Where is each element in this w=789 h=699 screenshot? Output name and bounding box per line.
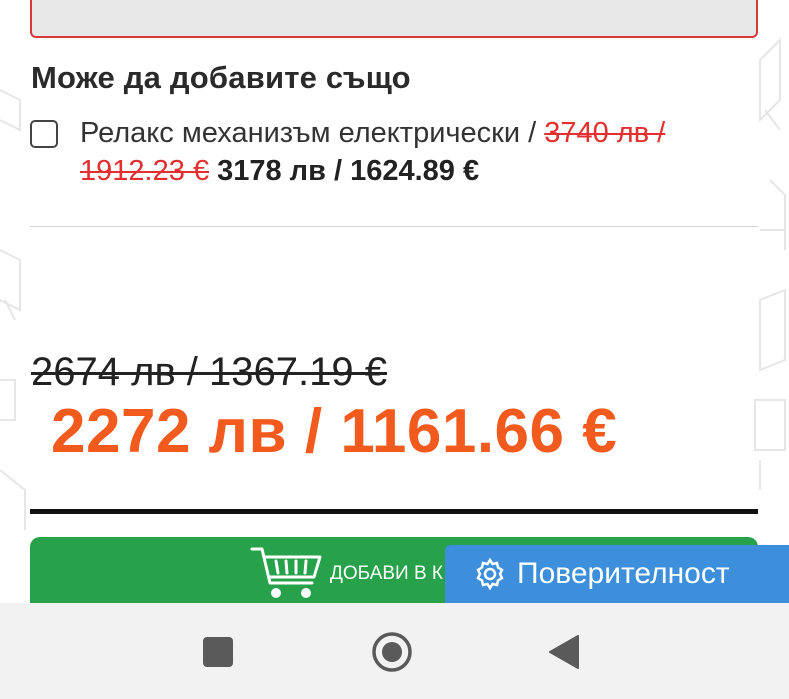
- addon-new-price: 3178 лв / 1624.89 €: [217, 155, 480, 187]
- recent-apps-button[interactable]: [203, 637, 233, 667]
- addon-text: Релакс механизъм електрически / 3740 лв …: [80, 114, 740, 190]
- privacy-label: Поверителност: [517, 557, 730, 590]
- addon-checkbox[interactable]: [30, 120, 58, 148]
- gear-icon: [476, 557, 504, 591]
- addon-name: Релакс механизъм електрически /: [80, 117, 537, 149]
- section-divider: [30, 226, 758, 227]
- home-button[interactable]: [371, 631, 413, 673]
- previous-section-box: [30, 0, 758, 38]
- android-navigation-bar: [0, 603, 789, 699]
- product-old-price: 2674 лв / 1367.19 €: [31, 350, 387, 394]
- product-price: 2272 лв / 1161.66 €: [51, 397, 618, 466]
- back-button[interactable]: [548, 634, 580, 670]
- cart-icon: [250, 547, 322, 598]
- addons-section-title: Може да добавите също: [31, 60, 411, 95]
- price-divider: [30, 509, 758, 514]
- privacy-button[interactable]: Поверителност: [445, 545, 789, 603]
- add-to-cart-label: ДОБАВИ В К: [330, 563, 443, 584]
